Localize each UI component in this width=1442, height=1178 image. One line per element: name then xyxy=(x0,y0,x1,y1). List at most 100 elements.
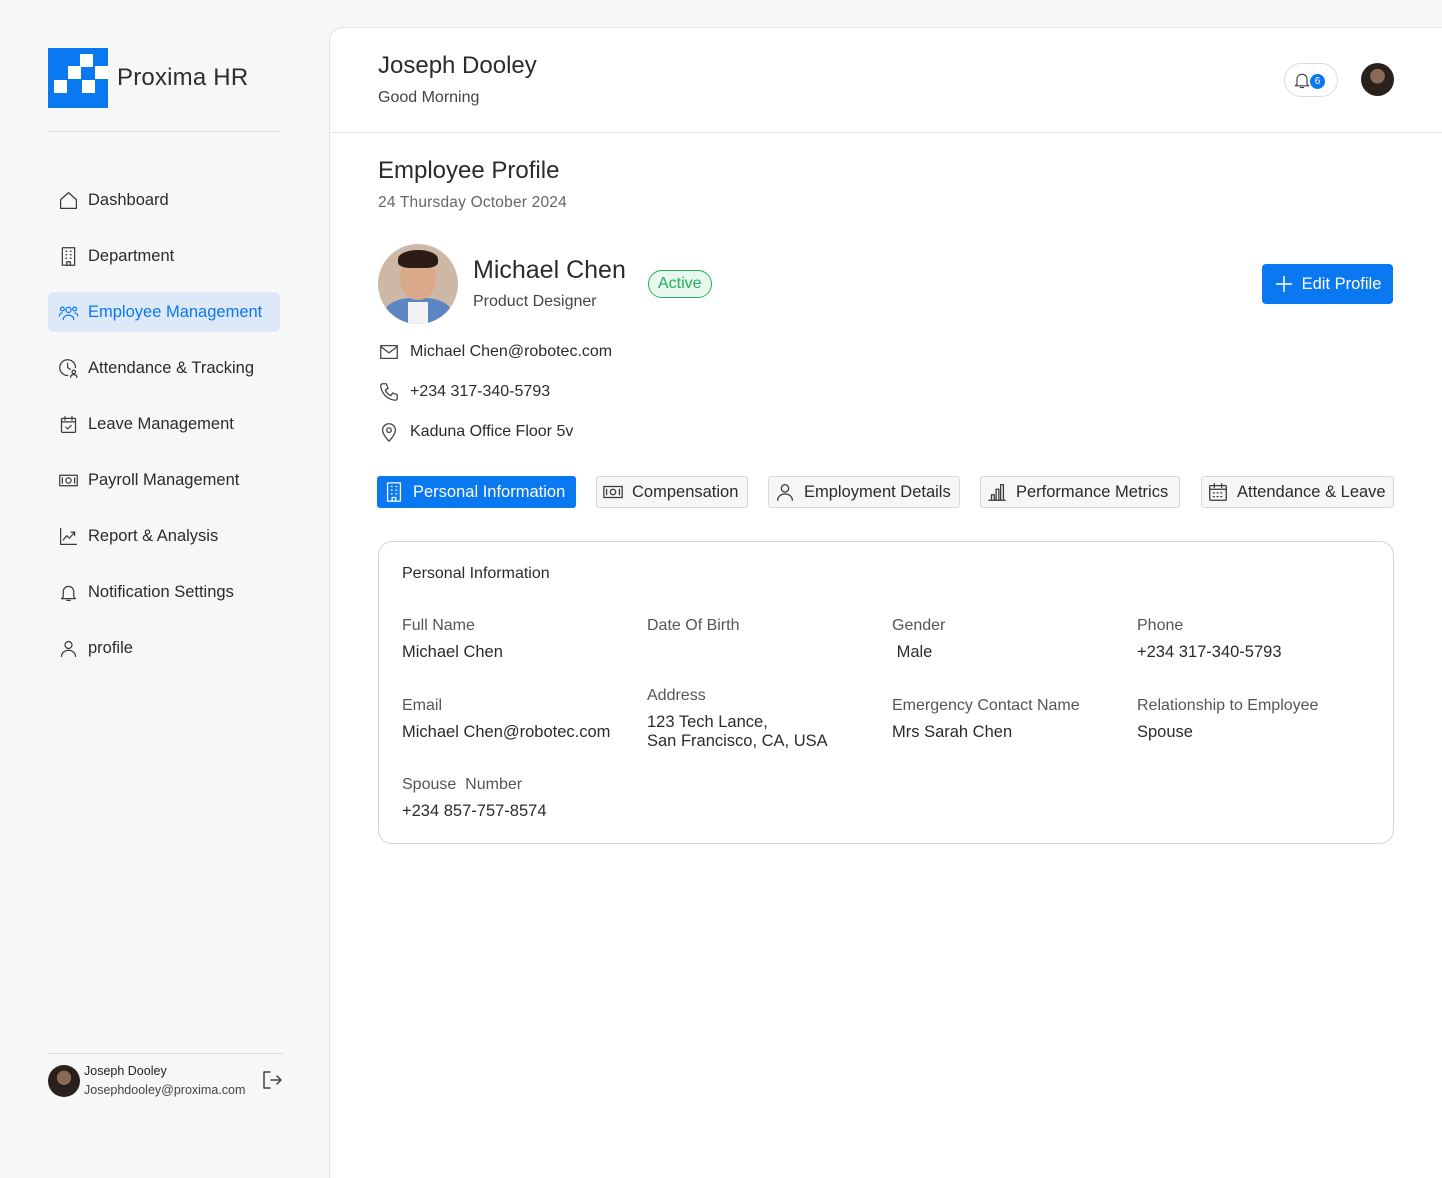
sidebar-nav: Dashboard Department Employee Management… xyxy=(48,180,280,684)
topbar: Joseph Dooley Good Morning 6 xyxy=(330,28,1442,133)
employee-role: Product Designer xyxy=(473,293,597,310)
user-icon xyxy=(777,484,793,501)
notifications-button[interactable]: 6 xyxy=(1284,63,1338,97)
calendar-icon xyxy=(1209,483,1227,501)
employee-photo xyxy=(378,244,458,324)
user-email: Josephdooley@proxima.com xyxy=(84,1083,246,1097)
field-value: +234 317-340-5793 xyxy=(1137,643,1282,661)
notification-count-badge: 6 xyxy=(1310,73,1325,89)
tab-attendance-leave[interactable]: Attendance & Leave xyxy=(1201,476,1394,508)
employee-name: Michael Chen xyxy=(473,256,626,284)
chart-line-icon xyxy=(57,525,79,547)
plus-icon xyxy=(1275,275,1292,293)
avatar[interactable] xyxy=(1361,63,1394,96)
field-relationship: Relationship to Employee Spouse xyxy=(1137,696,1377,742)
field-label: Full Name xyxy=(402,617,475,634)
tab-label: Compensation xyxy=(632,482,739,501)
field-value: Michael Chen xyxy=(402,643,503,661)
sidebar-item-leave[interactable]: Leave Management xyxy=(48,404,280,444)
field-date-of-birth: Date Of Birth xyxy=(647,616,887,643)
sidebar-item-label: Department xyxy=(88,246,175,265)
edit-profile-button[interactable]: Edit Profile xyxy=(1262,264,1393,304)
sidebar-item-payroll[interactable]: Payroll Management xyxy=(48,460,280,500)
brand-name: Proxima HR xyxy=(117,64,249,91)
location-pin-icon xyxy=(381,423,397,442)
field-email: Email Michael Chen@robotec.com xyxy=(402,696,642,742)
sidebar: Proxima HR Dashboard Department Employee… xyxy=(0,0,330,1178)
building-icon xyxy=(386,482,402,502)
field-value: Michael Chen@robotec.com xyxy=(402,723,611,741)
bell-icon xyxy=(57,581,79,603)
sidebar-item-dashboard[interactable]: Dashboard xyxy=(48,180,280,220)
contact-phone-value: +234 317-340-5793 xyxy=(410,383,551,400)
contact-phone: +234 317-340-5793 xyxy=(378,381,550,403)
divider xyxy=(48,1053,283,1054)
field-label: Spouse Number xyxy=(402,776,523,793)
field-label: Date Of Birth xyxy=(647,617,740,634)
sidebar-item-label: Dashboard xyxy=(88,190,169,209)
sidebar-item-label: Notification Settings xyxy=(88,582,234,601)
tab-employment-details[interactable]: Employment Details xyxy=(768,476,960,508)
avatar xyxy=(48,1065,80,1097)
sidebar-item-notifications[interactable]: Notification Settings xyxy=(48,572,280,612)
contact-location: Kaduna Office Floor 5v xyxy=(378,421,573,443)
field-value: Mrs Sarah Chen xyxy=(892,723,1013,741)
page-date: 24 Thursday October 2024 xyxy=(378,194,567,211)
header-user-name: Joseph Dooley xyxy=(378,52,537,79)
status-badge: Active xyxy=(648,270,712,298)
users-icon xyxy=(57,301,79,323)
field-label: Relationship to Employee xyxy=(1137,697,1319,714)
tab-label: Performance Metrics xyxy=(1016,482,1169,501)
brand[interactable]: Proxima HR xyxy=(48,48,248,108)
field-label: Address xyxy=(647,687,706,704)
field-emergency-contact: Emergency Contact Name Mrs Sarah Chen xyxy=(892,696,1132,742)
edit-profile-label: Edit Profile xyxy=(1301,274,1382,293)
sidebar-item-department[interactable]: Department xyxy=(48,236,280,276)
tab-compensation[interactable]: Compensation xyxy=(596,476,748,508)
user-icon xyxy=(57,637,79,659)
sidebar-item-employee-management[interactable]: Employee Management xyxy=(48,292,280,332)
tab-performance-metrics[interactable]: Performance Metrics xyxy=(980,476,1180,508)
personal-information-card: Personal Information Full Name Michael C… xyxy=(378,541,1394,844)
sidebar-item-label: profile xyxy=(88,638,133,657)
cash-icon xyxy=(603,485,623,499)
mail-icon xyxy=(380,344,398,360)
main-panel: Joseph Dooley Good Morning 6 Employee Pr… xyxy=(329,27,1442,1178)
contact-location-value: Kaduna Office Floor 5v xyxy=(410,423,574,440)
card-title: Personal Information xyxy=(402,565,550,582)
tab-label: Personal Information xyxy=(413,482,566,501)
tab-label: Employment Details xyxy=(804,482,951,501)
field-phone: Phone +234 317-340-5793 xyxy=(1137,616,1377,662)
sidebar-item-attendance[interactable]: Attendance & Tracking xyxy=(48,348,280,388)
building-icon xyxy=(57,245,79,267)
sidebar-item-label: Report & Analysis xyxy=(88,526,219,545)
sidebar-item-label: Payroll Management xyxy=(88,470,240,489)
proxima-logo-icon xyxy=(48,48,108,108)
phone-icon xyxy=(380,383,398,401)
field-label: Email xyxy=(402,697,443,714)
sidebar-item-report[interactable]: Report & Analysis xyxy=(48,516,280,556)
field-address: Address 123 Tech Lance, San Francisco, C… xyxy=(647,686,887,751)
field-label: Phone xyxy=(1137,617,1184,634)
tab-personal-information[interactable]: Personal Information xyxy=(377,476,576,508)
logout-icon[interactable] xyxy=(260,1068,284,1092)
page-title: Employee Profile xyxy=(378,157,560,184)
field-label: Emergency Contact Name xyxy=(892,697,1080,714)
field-label: Gender xyxy=(892,617,946,634)
sidebar-item-label: Attendance & Tracking xyxy=(88,358,255,377)
field-value: Male xyxy=(892,643,933,661)
field-value: Spouse xyxy=(1137,723,1193,741)
field-gender: Gender Male xyxy=(892,616,1132,662)
field-value: 123 Tech Lance, San Francisco, CA, USA xyxy=(647,713,828,750)
divider xyxy=(48,131,280,132)
greeting: Good Morning xyxy=(378,89,480,106)
cash-icon xyxy=(57,469,79,491)
bar-chart-icon xyxy=(988,484,1006,501)
sidebar-item-label: Leave Management xyxy=(88,414,234,433)
field-value: +234 857-757-8574 xyxy=(402,802,547,820)
sidebar-item-profile[interactable]: profile xyxy=(48,628,280,668)
contact-email-value: Michael Chen@robotec.com xyxy=(410,343,613,360)
field-spouse-number: Spouse Number +234 857-757-8574 xyxy=(402,775,642,821)
current-user[interactable]: Joseph Dooley Josephdooley@proxima.com xyxy=(48,1062,245,1100)
calendar-check-icon xyxy=(57,413,79,435)
